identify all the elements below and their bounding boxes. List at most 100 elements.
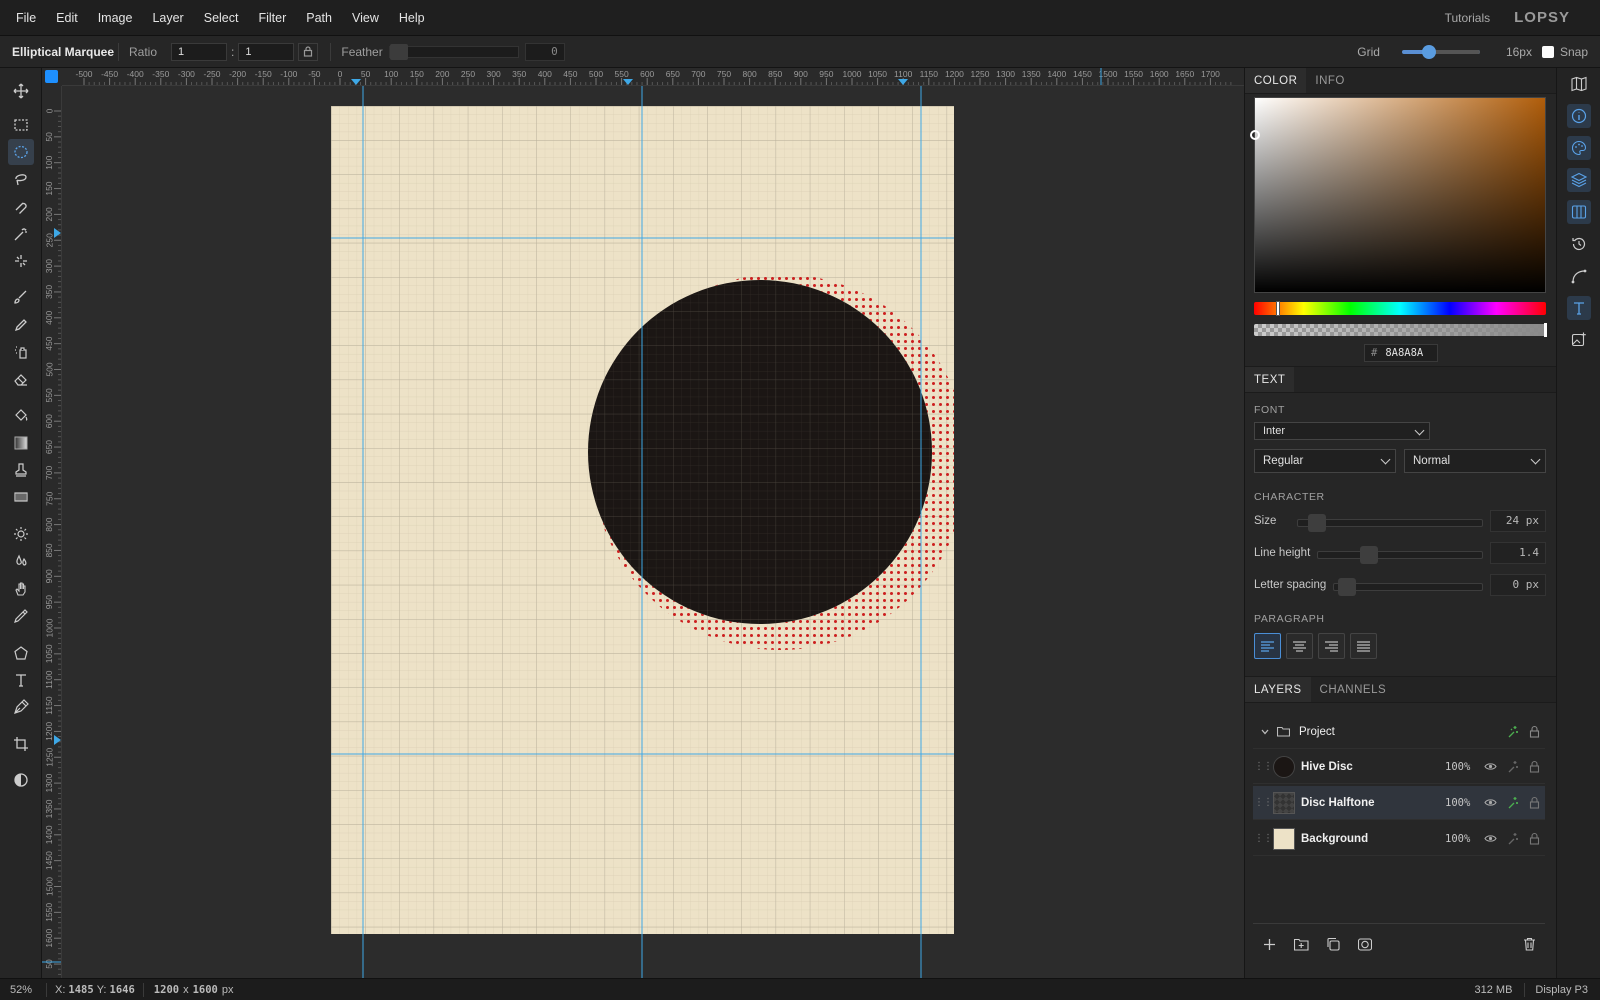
layer-opacity[interactable]: 100% bbox=[1445, 797, 1479, 809]
vertical-ruler[interactable]: 0 50 100 150 200 250 300 350 400 450 500 550 600 650 7… bbox=[42, 86, 62, 978]
crop-tool[interactable] bbox=[8, 731, 34, 757]
spray-tool[interactable] bbox=[8, 339, 34, 365]
stamp-tool[interactable] bbox=[8, 457, 34, 483]
snap-toggle[interactable]: Snap bbox=[1541, 45, 1588, 59]
mask-mode-toggle[interactable] bbox=[8, 767, 34, 793]
font-family-select[interactable]: Inter bbox=[1254, 422, 1430, 440]
letter-spacing-slider[interactable] bbox=[1333, 578, 1483, 596]
align-justify-button[interactable] bbox=[1350, 633, 1377, 659]
channels-panel-button[interactable] bbox=[1567, 200, 1591, 224]
history-panel-button[interactable] bbox=[1567, 232, 1591, 256]
menu-layer[interactable]: Layer bbox=[146, 11, 197, 25]
add-mask-button[interactable] bbox=[1349, 937, 1381, 951]
menu-file[interactable]: File bbox=[10, 11, 50, 25]
letter-spacing-slider-thumb[interactable] bbox=[1338, 578, 1356, 596]
magic-wand-tool[interactable] bbox=[8, 221, 34, 247]
drag-handle-icon[interactable]: ⋮⋮ bbox=[1253, 797, 1273, 808]
feather-slider[interactable] bbox=[388, 43, 519, 60]
drag-handle-icon[interactable]: ⋮⋮ bbox=[1253, 761, 1273, 772]
letter-spacing-value-input[interactable]: 0 px bbox=[1490, 574, 1546, 596]
font-style-select[interactable]: Normal bbox=[1404, 449, 1546, 473]
line-height-slider[interactable] bbox=[1317, 546, 1483, 564]
lock-toggle[interactable] bbox=[1523, 796, 1545, 809]
hue-slider[interactable] bbox=[1254, 301, 1546, 316]
eraser-tool[interactable] bbox=[8, 366, 34, 392]
tab-text[interactable]: TEXT bbox=[1245, 367, 1295, 392]
duplicate-layer-button[interactable] bbox=[1317, 937, 1349, 951]
shape-tool[interactable] bbox=[8, 640, 34, 666]
move-tool[interactable] bbox=[8, 78, 34, 104]
hex-input[interactable]: #8A8A8A bbox=[1364, 344, 1438, 362]
new-group-button[interactable] bbox=[1285, 938, 1317, 951]
navigator-panel-button[interactable] bbox=[1567, 72, 1591, 96]
line-height-value-input[interactable]: 1.4 bbox=[1490, 542, 1546, 564]
alpha-slider[interactable] bbox=[1254, 323, 1547, 337]
menu-view[interactable]: View bbox=[346, 11, 393, 25]
info-panel-button[interactable] bbox=[1567, 104, 1591, 128]
fx-toggle[interactable] bbox=[1501, 760, 1523, 773]
visibility-toggle[interactable] bbox=[1479, 832, 1501, 845]
tab-channels[interactable]: CHANNELS bbox=[1311, 677, 1396, 702]
menu-filter[interactable]: Filter bbox=[252, 11, 300, 25]
lasso-tool[interactable] bbox=[8, 166, 34, 192]
pencil-tool[interactable] bbox=[8, 312, 34, 338]
ratio-width-input[interactable] bbox=[171, 42, 228, 61]
group-fx-toggle[interactable] bbox=[1501, 725, 1523, 738]
type-tool[interactable] bbox=[8, 667, 34, 693]
lock-toggle[interactable] bbox=[1523, 760, 1545, 773]
tutorials-link[interactable]: Tutorials bbox=[1445, 11, 1491, 25]
tab-layers[interactable]: LAYERS bbox=[1245, 677, 1311, 702]
layer-row-hive-disc[interactable]: ⋮⋮ Hive Disc 100% bbox=[1253, 750, 1545, 784]
hue-slider-thumb[interactable] bbox=[1276, 301, 1280, 316]
image-panel-button[interactable] bbox=[1567, 328, 1591, 352]
layer-row-disc-halftone[interactable]: ⋮⋮ Disc Halftone 100% bbox=[1253, 786, 1545, 820]
size-slider-thumb[interactable] bbox=[1308, 514, 1326, 532]
guide-marker[interactable] bbox=[898, 79, 908, 85]
gradient-tool[interactable] bbox=[8, 430, 34, 456]
feather-value-input[interactable]: 0 bbox=[524, 42, 565, 61]
canvas-workspace[interactable] bbox=[62, 86, 1244, 978]
feather-slider-thumb[interactable] bbox=[389, 43, 408, 60]
text-panel-button[interactable] bbox=[1567, 296, 1591, 320]
pattern-tool[interactable] bbox=[8, 484, 34, 510]
hand-tool[interactable] bbox=[8, 576, 34, 602]
grid-slider-thumb[interactable] bbox=[1421, 44, 1436, 59]
menu-image[interactable]: Image bbox=[92, 11, 147, 25]
blur-tool[interactable] bbox=[8, 548, 34, 574]
align-right-button[interactable] bbox=[1318, 633, 1345, 659]
delete-layer-button[interactable] bbox=[1513, 937, 1545, 951]
paths-panel-button[interactable] bbox=[1567, 264, 1591, 288]
paint-bucket-tool[interactable] bbox=[8, 402, 34, 428]
layer-row-background[interactable]: ⋮⋮ Background 100% bbox=[1253, 822, 1545, 856]
color-picker-cursor[interactable] bbox=[1250, 130, 1260, 140]
visibility-toggle[interactable] bbox=[1479, 760, 1501, 773]
snap-checkbox[interactable] bbox=[1541, 45, 1554, 58]
size-slider[interactable] bbox=[1297, 514, 1483, 532]
layer-opacity[interactable]: 100% bbox=[1445, 761, 1479, 773]
saturation-value-picker[interactable] bbox=[1250, 97, 1546, 293]
eyedropper-tool[interactable] bbox=[8, 603, 34, 629]
color-panel-button[interactable] bbox=[1567, 136, 1591, 160]
pen-tool[interactable] bbox=[8, 694, 34, 720]
menu-edit[interactable]: Edit bbox=[50, 11, 92, 25]
color-profile[interactable]: Display P3 bbox=[1525, 984, 1600, 996]
menu-select[interactable]: Select bbox=[198, 11, 253, 25]
rect-marquee-tool[interactable] bbox=[8, 112, 34, 138]
zoom-level[interactable]: 52% bbox=[0, 984, 46, 996]
document-canvas[interactable] bbox=[62, 86, 1244, 978]
layers-panel-button[interactable] bbox=[1567, 168, 1591, 192]
line-height-slider-thumb[interactable] bbox=[1360, 546, 1378, 564]
guide-marker[interactable] bbox=[351, 79, 361, 85]
menu-help[interactable]: Help bbox=[393, 11, 439, 25]
alpha-slider-thumb[interactable] bbox=[1544, 323, 1547, 337]
ruler-origin-square[interactable] bbox=[45, 70, 58, 83]
fx-toggle[interactable] bbox=[1501, 796, 1523, 809]
quick-select-tool[interactable] bbox=[8, 248, 34, 274]
layer-group-row[interactable]: Project bbox=[1253, 715, 1545, 749]
ratio-lock-button[interactable] bbox=[298, 42, 319, 61]
group-lock-toggle[interactable] bbox=[1523, 725, 1545, 738]
horizontal-ruler[interactable]: -500 -450 -400 -350 -300 -250 -200 -150 -100 -50 0… bbox=[62, 68, 1244, 86]
layer-opacity[interactable]: 100% bbox=[1445, 833, 1479, 845]
tab-color[interactable]: COLOR bbox=[1245, 68, 1307, 93]
align-left-button[interactable] bbox=[1254, 633, 1281, 659]
